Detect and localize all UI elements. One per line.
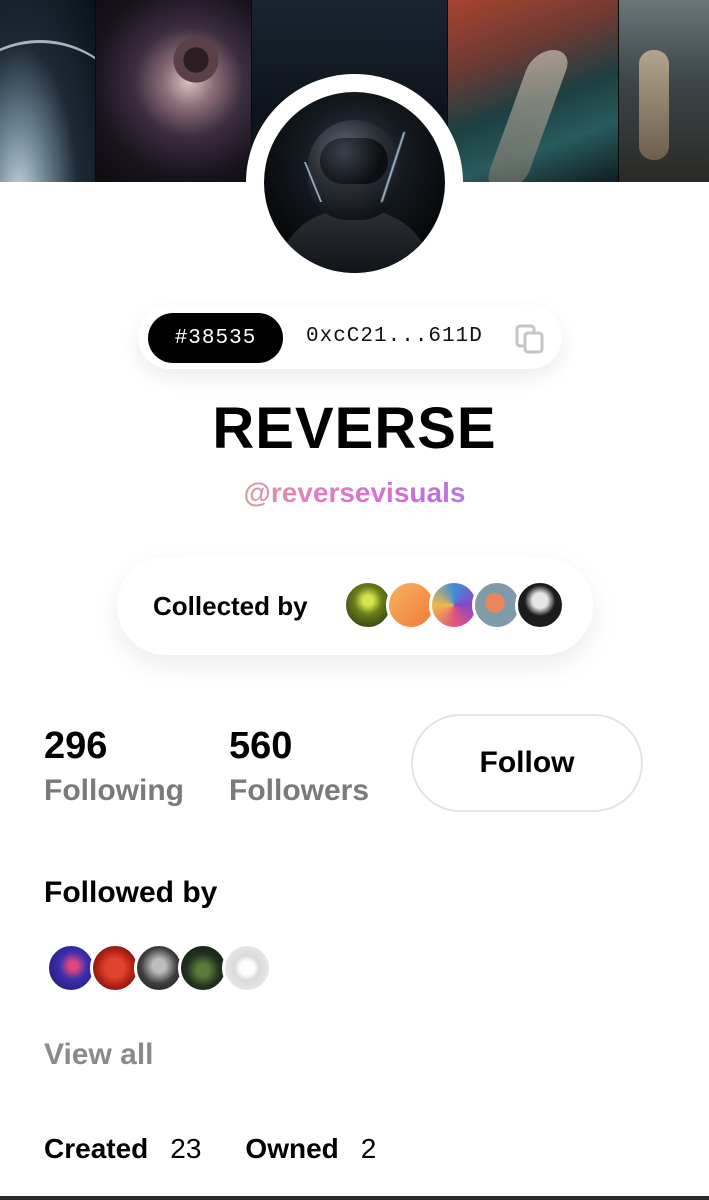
followers-count[interactable]: 560 xyxy=(229,725,292,768)
following-label[interactable]: Following xyxy=(44,774,184,808)
profile-handle[interactable]: @reversevisuals xyxy=(0,477,709,509)
collector-avatar[interactable] xyxy=(515,580,565,630)
follower-avatar[interactable] xyxy=(222,943,272,993)
follower-avatar[interactable] xyxy=(134,943,184,993)
banner-image-winding-road xyxy=(448,0,618,182)
profile-tabs: Created 23 Owned 2 xyxy=(44,1133,420,1165)
profile-avatar[interactable] xyxy=(264,92,445,273)
follower-avatar[interactable] xyxy=(178,943,228,993)
tab-created[interactable]: Created 23 xyxy=(44,1133,201,1165)
tab-owned-count: 2 xyxy=(360,1133,377,1164)
banner-image-eye-planets xyxy=(96,0,251,182)
collected-by-label: Collected by xyxy=(153,591,308,621)
followed-by-title: Followed by xyxy=(44,876,218,909)
wallet-address: 0xcC21...611D xyxy=(306,325,483,348)
banner-image-astronaut-standing xyxy=(619,0,709,182)
profile-name: REVERSE xyxy=(212,396,497,461)
view-all-link[interactable]: View all xyxy=(44,1038,154,1072)
followers-label[interactable]: Followers xyxy=(229,774,369,808)
tab-owned[interactable]: Owned 2 xyxy=(245,1133,376,1165)
follower-avatar[interactable] xyxy=(46,943,96,993)
following-count[interactable]: 296 xyxy=(44,725,107,768)
bottom-divider xyxy=(0,1196,709,1200)
tab-owned-label: Owned xyxy=(245,1133,339,1164)
tab-created-count: 23 xyxy=(170,1133,202,1164)
copy-icon[interactable] xyxy=(515,324,545,354)
follow-button[interactable]: Follow xyxy=(411,714,643,812)
follower-avatars[interactable] xyxy=(46,943,286,993)
follower-avatar[interactable] xyxy=(90,943,140,993)
tab-created-label: Created xyxy=(44,1133,149,1164)
token-id-badge: #38535 xyxy=(148,313,283,363)
banner-image-earth-horizon xyxy=(0,0,95,182)
collector-avatars[interactable] xyxy=(343,580,573,630)
